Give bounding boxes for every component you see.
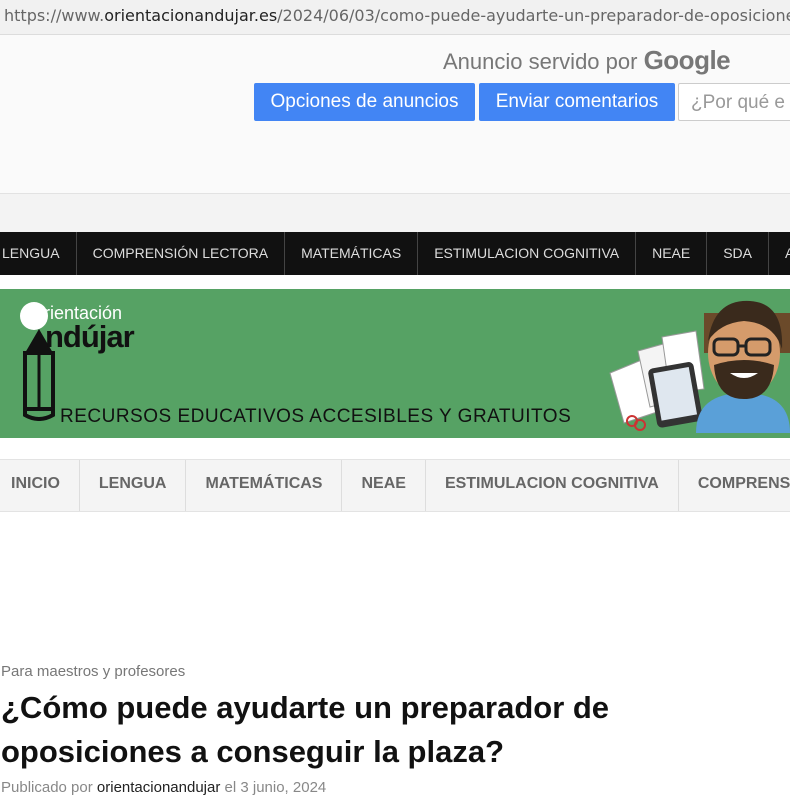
top-nav: LENGUA COMPRENSIÓN LECTORA MATEMÁTICAS ESTI… [0, 232, 790, 275]
top-nav-item-lengua[interactable]: LENGUA [0, 232, 77, 275]
ad-served-by: Anuncio servido por Google [443, 45, 731, 76]
ad-panel: Anuncio servido por Google Opciones de a… [0, 35, 790, 194]
main-nav-item-neae[interactable]: NEAE [342, 460, 426, 511]
byline-prefix: Publicado por [1, 779, 93, 796]
byline-date-prefix: el [224, 779, 237, 796]
main-nav-item-matematicas[interactable]: MATEMÁTICAS [186, 460, 343, 511]
top-nav-item-sda[interactable]: SDA [707, 232, 769, 275]
top-nav-item-neae[interactable]: NEAE [636, 232, 708, 275]
site-banner[interactable]: rientación ndújar RECURSOS EDUCATIVOS AC… [0, 289, 790, 438]
article-category[interactable]: Para maestros y profesores [1, 663, 185, 680]
url-path: /2024/06/03/como-puede-ayudarte-un-prepa… [277, 6, 790, 25]
main-nav-item-estimulacion-cognitiva[interactable]: ESTIMULACION COGNITIVA [426, 460, 679, 511]
ad-served-label: Anuncio servido por [443, 49, 638, 74]
main-nav-item-comprension[interactable]: COMPRENS [679, 460, 790, 511]
ad-feedback-button[interactable]: Enviar comentarios [479, 83, 675, 121]
author-link[interactable]: orientacionandujar [97, 779, 220, 796]
main-nav: INICIO LENGUA MATEMÁTICAS NEAE ESTIMULACION … [0, 459, 790, 512]
google-logo: Google [643, 45, 731, 75]
logo-bottom-text: ndújar [45, 319, 135, 354]
url-host: orientacionandujar.es [104, 6, 278, 25]
top-nav-item-matematicas[interactable]: MATEMÁTICAS [285, 232, 419, 275]
ad-options-button[interactable]: Opciones de anuncios [254, 83, 475, 121]
spacer [0, 194, 790, 232]
main-nav-item-lengua[interactable]: LENGUA [80, 460, 187, 511]
url-text[interactable]: https://www.orientacionandujar.es/2024/0… [4, 6, 790, 25]
ad-why-button[interactable]: ¿Por qué e [678, 83, 790, 121]
banner-tagline: RECURSOS EDUCATIVOS ACCESIBLES Y GRATUIT… [60, 406, 572, 427]
top-nav-item-comprension-lectora[interactable]: COMPRENSIÓN LECTORA [77, 232, 286, 275]
article-byline: Publicado por orientacionandujar el 3 ju… [1, 779, 326, 796]
teacher-illustration-icon [609, 300, 790, 433]
main-nav-item-inicio[interactable]: INICIO [0, 460, 80, 511]
article-title: ¿Cómo puede ayudarte un preparador de op… [1, 690, 610, 769]
top-nav-item-ate[interactable]: ATE [769, 232, 790, 275]
address-bar[interactable]: https://www.orientacionandujar.es/2024/0… [0, 0, 790, 35]
top-nav-item-estimulacion-cognitiva[interactable]: ESTIMULACION COGNITIVA [418, 232, 637, 275]
url-scheme: https://www. [4, 6, 105, 25]
article-date: 3 junio, 2024 [240, 779, 327, 796]
